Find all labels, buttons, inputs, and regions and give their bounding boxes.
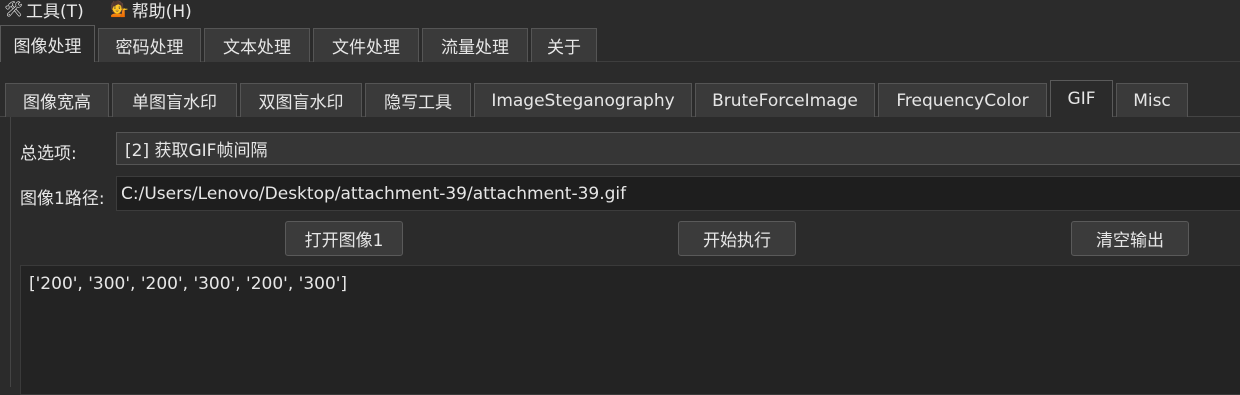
menu-tools[interactable]: 🛠 工具(T): [4, 0, 84, 22]
subtab-image-size[interactable]: 图像宽高: [5, 83, 109, 117]
option-select[interactable]: [2] 获取GIF帧间隔: [116, 132, 1240, 165]
option-label: 总选项:: [20, 144, 77, 164]
subtab-dual-watermark[interactable]: 双图盲水印: [240, 83, 362, 117]
path-label: 图像1路径:: [20, 189, 105, 209]
subtab-stego-tool[interactable]: 隐写工具: [365, 83, 471, 117]
start-run-button[interactable]: 开始执行: [678, 221, 796, 256]
menu-bar: 🛠 工具(T) 💁 帮助(H): [0, 0, 1240, 22]
subtab-misc[interactable]: Misc: [1116, 83, 1188, 117]
top-tab-bar: 图像处理 密码处理 文本处理 文件处理 流量处理 关于: [0, 23, 1240, 63]
open-image1-button[interactable]: 打开图像1: [285, 221, 403, 256]
subtab-image-steganography[interactable]: ImageSteganography: [474, 83, 692, 117]
tab-text[interactable]: 文本处理: [204, 28, 310, 62]
option-select-value: [2] 获取GIF帧间隔: [125, 141, 268, 161]
subtab-frequency-color[interactable]: FrequencyColor: [878, 83, 1047, 117]
subtab-brute-force-image[interactable]: BruteForceImage: [695, 83, 875, 117]
help-person-icon: 💁: [110, 0, 129, 18]
tab-traffic[interactable]: 流量处理: [422, 28, 528, 62]
menu-tools-label: 工具(T): [26, 1, 84, 22]
subtab-gif[interactable]: GIF: [1050, 80, 1113, 117]
output-textarea[interactable]: ['200', '300', '200', '300', '200', '300…: [20, 265, 1240, 395]
tab-about[interactable]: 关于: [531, 28, 597, 62]
image1-path-input[interactable]: C:/Users/Lenovo/Desktop/attachment-39/at…: [116, 176, 1240, 211]
menu-help[interactable]: 💁 帮助(H): [110, 0, 192, 22]
menu-help-label: 帮助(H): [131, 1, 192, 22]
tab-crypto[interactable]: 密码处理: [98, 28, 201, 62]
clear-output-button[interactable]: 清空输出: [1071, 221, 1189, 256]
tools-icon: 🛠: [4, 0, 24, 18]
output-text: ['200', '300', '200', '300', '200', '300…: [29, 274, 348, 294]
subtab-single-watermark[interactable]: 单图盲水印: [112, 83, 237, 117]
tab-file[interactable]: 文件处理: [313, 28, 419, 62]
tab-image-processing[interactable]: 图像处理: [0, 25, 95, 62]
image1-path-value: C:/Users/Lenovo/Desktop/attachment-39/at…: [121, 183, 627, 204]
sub-tab-bar: 图像宽高 单图盲水印 双图盲水印 隐写工具 ImageSteganography…: [0, 80, 1240, 117]
